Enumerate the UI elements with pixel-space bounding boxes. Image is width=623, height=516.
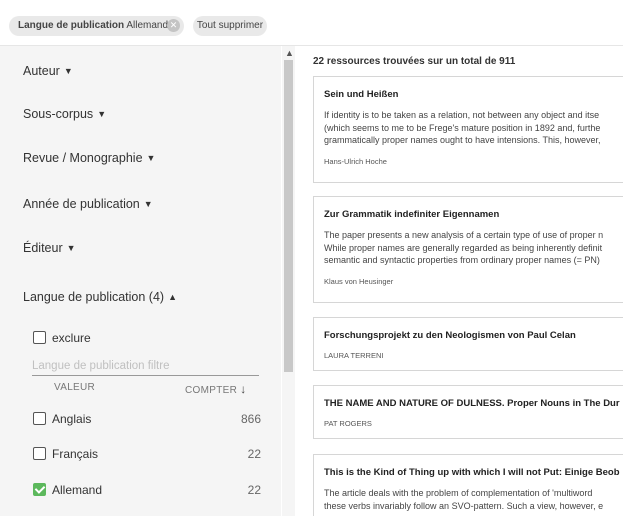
remove-filter-icon[interactable]: ✕ (167, 19, 180, 32)
facet-publisher-label: Éditeur (23, 241, 63, 255)
exclude-checkbox[interactable] (33, 331, 46, 344)
column-count-label: COMPTER (185, 385, 238, 396)
result-title[interactable]: Forschungsprojekt zu den Neologismen von… (324, 330, 623, 341)
exclude-label: exclure (52, 331, 91, 345)
result-author[interactable]: Klaus von Heusinger (324, 277, 623, 286)
facet-year-label: Année de publication (23, 197, 140, 211)
result-author[interactable]: Hans-Ulrich Hoche (324, 157, 623, 166)
facet-language-label: Langue de publication (4) (23, 290, 165, 304)
filter-chip-language[interactable]: Langue de publication Allemand ✕ (9, 16, 184, 36)
language-count-english: 866 (240, 412, 261, 426)
chevron-down-icon: ▼ (63, 66, 73, 76)
result-card[interactable]: This is the Kind of Thing up with which … (313, 454, 623, 516)
language-checkbox-french[interactable] (33, 447, 46, 460)
language-checkbox-german[interactable] (33, 483, 46, 496)
result-title[interactable]: THE NAME AND NATURE OF DULNESS. Proper N… (324, 398, 623, 409)
column-count-header[interactable]: COMPTER ↓ (185, 382, 247, 396)
column-value-header: VALEUR (54, 382, 96, 393)
result-abstract: The article deals with the problem of co… (324, 488, 604, 511)
facet-subcorpus[interactable]: Sous-corpus ▼ (23, 107, 106, 121)
facet-language[interactable]: Langue de publication (4) ▲ (23, 290, 177, 304)
filter-chip-label: Langue de publication (18, 20, 125, 31)
result-card[interactable]: Sein und Heißen If identity is to be tak… (313, 76, 623, 183)
active-filters-bar: Langue de publication Allemand ✕ Tout su… (0, 0, 623, 46)
result-card[interactable]: Forschungsprojekt zu den Neologismen von… (313, 317, 623, 371)
result-author[interactable]: PAT ROGERS (324, 419, 623, 428)
chevron-down-icon: ▼ (146, 153, 156, 163)
language-checkbox-english[interactable] (33, 412, 46, 425)
facet-subcorpus-label: Sous-corpus (23, 107, 94, 121)
language-label-english: Anglais (52, 412, 92, 426)
language-label-german: Allemand (52, 483, 103, 497)
chevron-down-icon: ▼ (143, 199, 153, 209)
language-count-german: 22 (247, 483, 261, 497)
scroll-up-icon[interactable]: ▲ (285, 48, 294, 58)
sidebar-scrollbar[interactable]: ▲ (282, 46, 295, 516)
facet-publisher[interactable]: Éditeur ▼ (23, 241, 76, 255)
language-count-french: 22 (247, 447, 261, 461)
chevron-down-icon: ▼ (97, 109, 107, 119)
result-title[interactable]: Zur Grammatik indefiniter Eigennamen (324, 209, 623, 220)
language-filter-input[interactable]: Langue de publication filtre (32, 357, 259, 376)
result-card[interactable]: THE NAME AND NATURE OF DULNESS. Proper N… (313, 385, 623, 439)
clear-all-button[interactable]: Tout supprimer (193, 16, 267, 36)
results-panel: 22 ressources trouvées sur un total de 9… (296, 46, 623, 516)
chevron-down-icon: ▼ (66, 243, 76, 253)
facet-journal[interactable]: Revue / Monographie ▼ (23, 151, 155, 165)
facet-sidebar: Auteur ▼ Sous-corpus ▼ Revue / Monographie… (0, 46, 281, 516)
chevron-up-icon: ▲ (168, 292, 177, 302)
sort-arrow-down-icon: ↓ (240, 382, 247, 396)
result-abstract: If identity is to be taken as a relation… (324, 110, 601, 145)
facet-year[interactable]: Année de publication ▼ (23, 197, 153, 211)
result-author[interactable]: LAURA TERRENI (324, 351, 623, 360)
result-title[interactable]: This is the Kind of Thing up with which … (324, 467, 623, 478)
filter-chip-value: Allemand (126, 20, 169, 31)
facet-author-label: Auteur (23, 64, 60, 78)
scrollbar-thumb[interactable] (284, 60, 293, 372)
language-label-french: Français (52, 447, 99, 461)
facet-journal-label: Revue / Monographie (23, 151, 143, 165)
results-summary: 22 ressources trouvées sur un total de 9… (313, 56, 516, 67)
result-title[interactable]: Sein und Heißen (324, 89, 623, 100)
result-card[interactable]: Zur Grammatik indefiniter Eigennamen The… (313, 196, 623, 303)
facet-author[interactable]: Auteur ▼ (23, 64, 73, 78)
result-abstract: The paper presents a new analysis of a c… (324, 230, 604, 265)
